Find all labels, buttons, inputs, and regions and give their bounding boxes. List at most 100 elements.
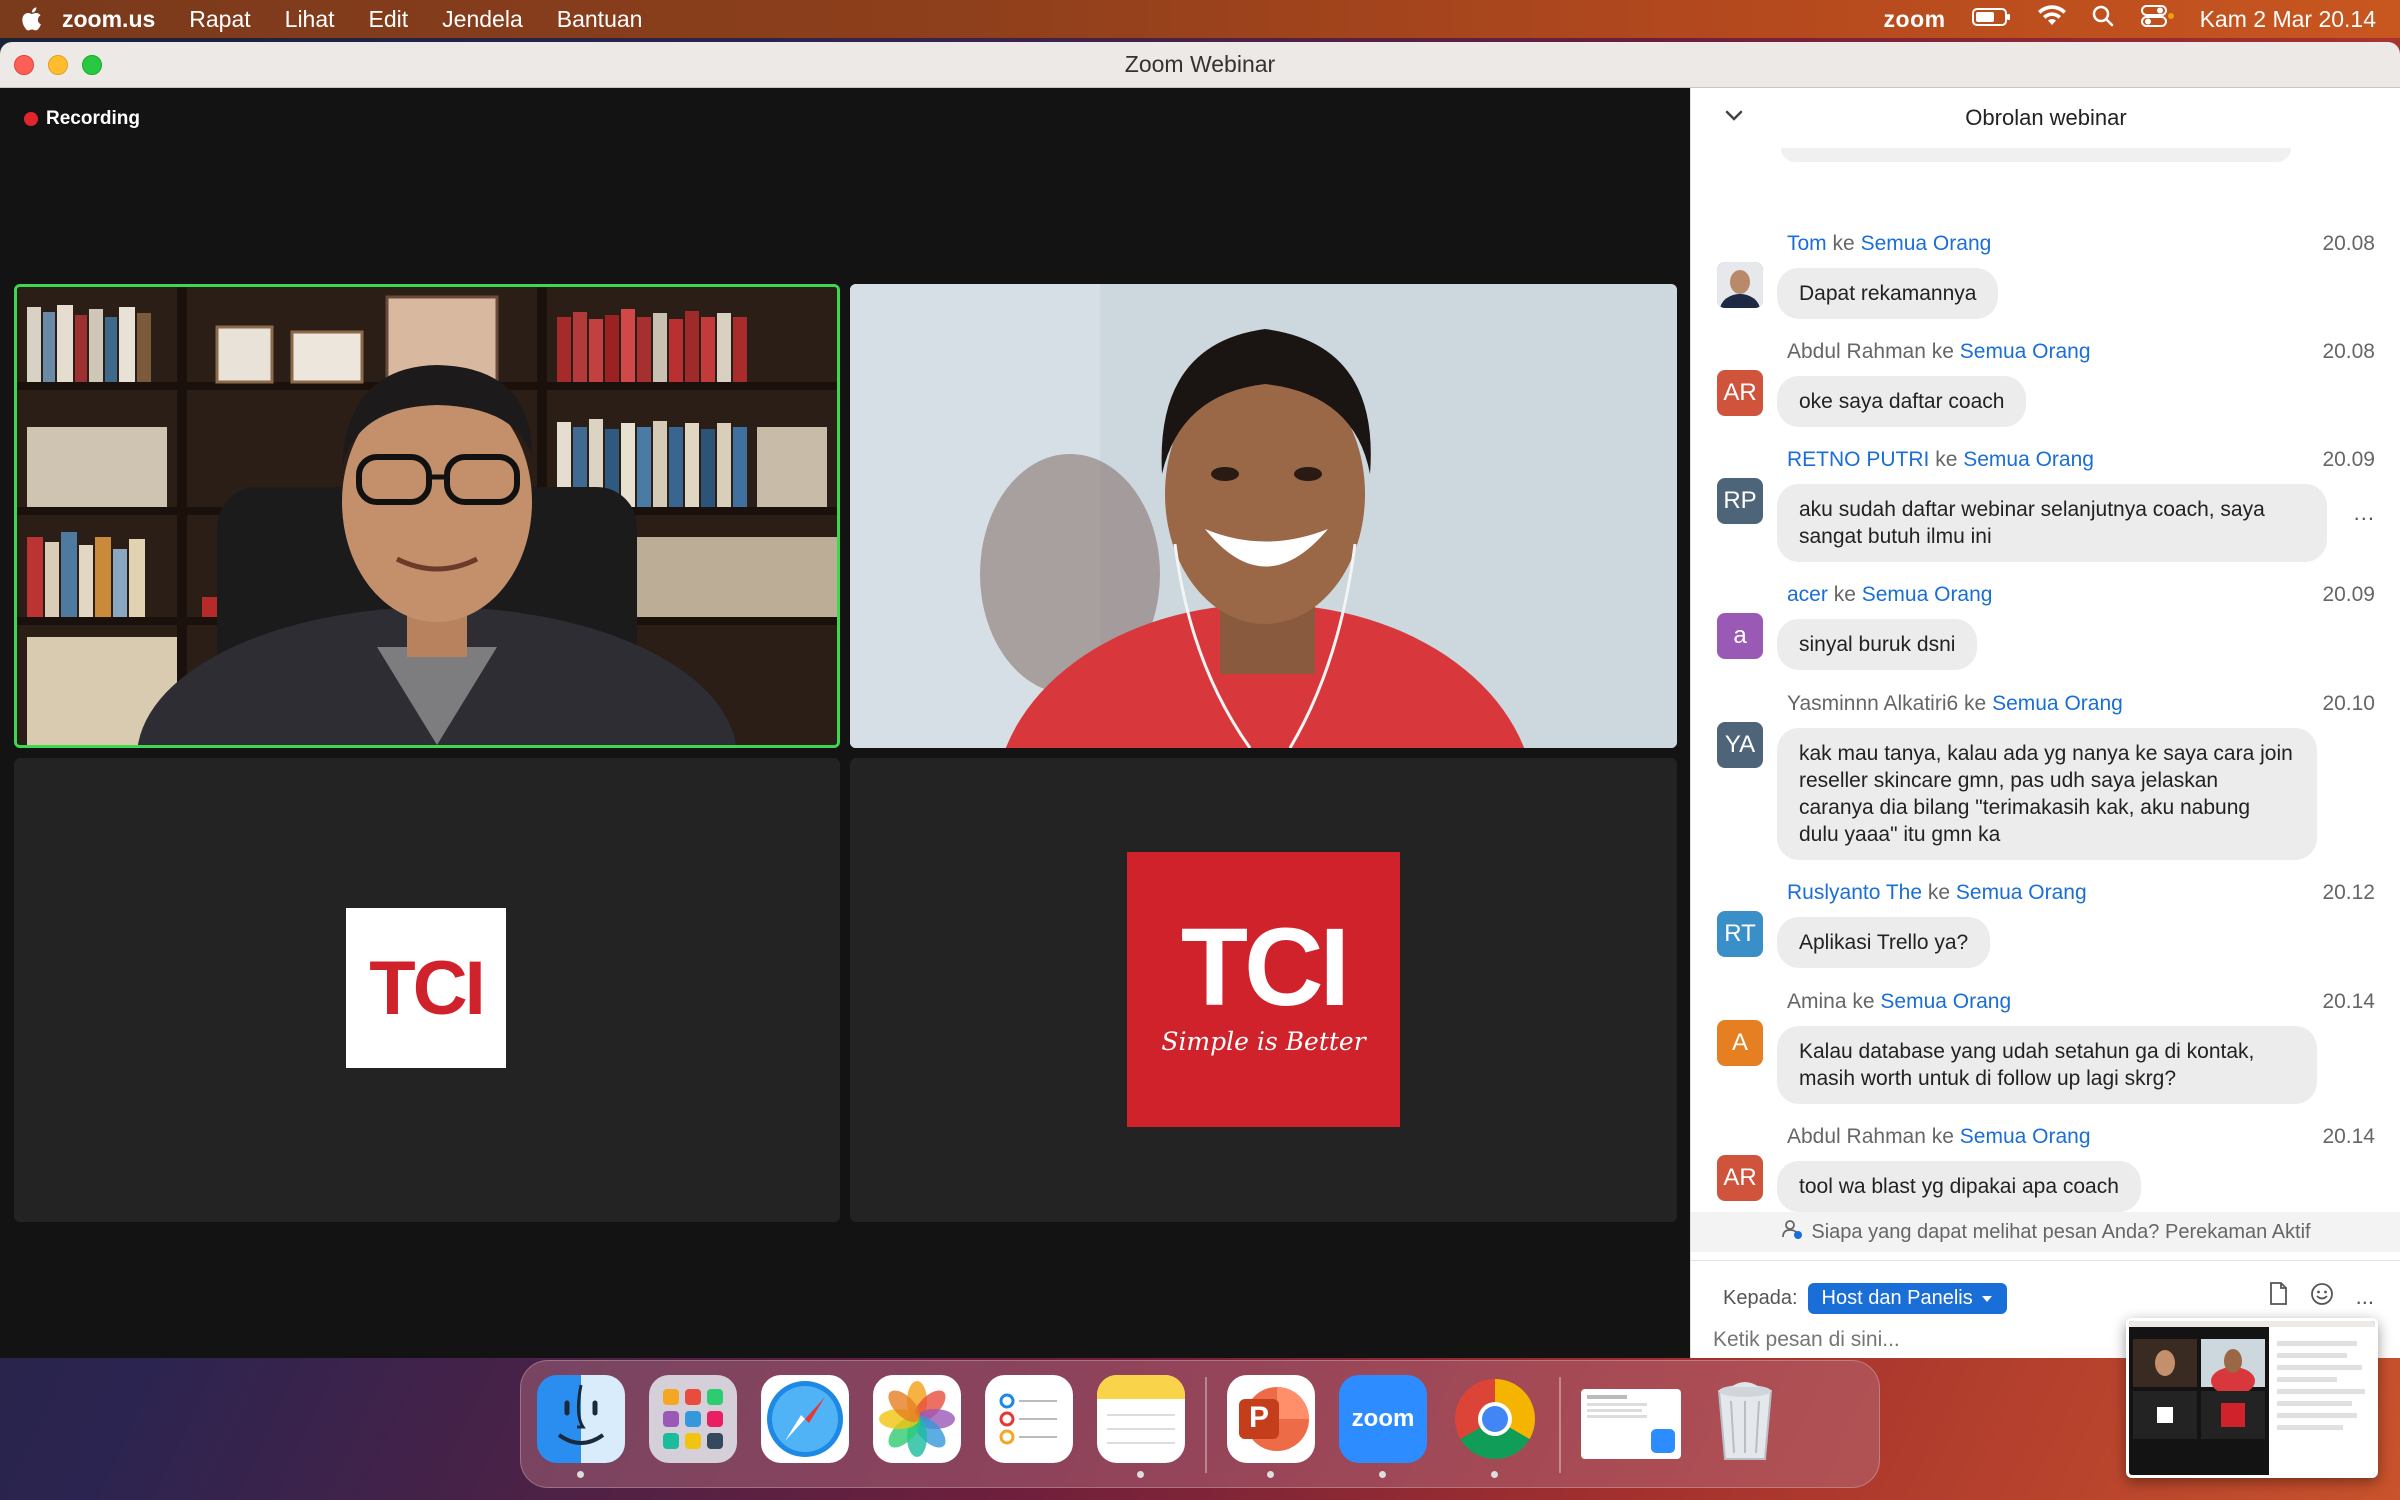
launchpad-icon[interactable] (649, 1375, 737, 1463)
recording-indicator[interactable]: Recording (24, 108, 140, 130)
apple-menu-icon[interactable] (0, 6, 62, 32)
menu-edit[interactable]: Edit (369, 6, 409, 33)
chrome-icon[interactable] (1451, 1375, 1539, 1463)
message-bubble[interactable]: Aplikasi Trello ya? (1777, 917, 1991, 968)
recipient-dropdown[interactable]: Host dan Panelis (1807, 1283, 2007, 1314)
recipient-name[interactable]: Semua Orang (1956, 881, 2087, 904)
chevron-down-icon[interactable] (1725, 106, 1743, 127)
menu-clock[interactable]: Kam 2 Mar 20.14 (2200, 6, 2376, 33)
avatar[interactable]: AR (1717, 370, 1763, 416)
message-bubble[interactable]: tool wa blast yg dipakai apa coach (1777, 1161, 2141, 1212)
message-meta: Ruslyanto The ke Semua Orang (1787, 881, 2087, 905)
safari-icon[interactable] (761, 1375, 849, 1463)
recipient-name[interactable]: Semua Orang (1963, 448, 2094, 471)
close-window-button[interactable] (14, 55, 34, 75)
document-preview-icon[interactable] (1581, 1389, 1681, 1459)
recipient-name[interactable]: Semua Orang (1992, 692, 2123, 715)
video-tile-participant[interactable] (850, 284, 1677, 748)
sender-name[interactable]: Ruslyanto The (1787, 881, 1922, 904)
message-bubble[interactable]: aku sudah daftar webinar selanjutnya coa… (1777, 484, 2327, 562)
sender-name[interactable]: Yasminnn Alkatiri6 (1787, 692, 1958, 715)
avatar[interactable]: A (1717, 1020, 1763, 1066)
video-gallery: Recording TCI TCI Simple is Better (0, 88, 1690, 1358)
zoom-status-item[interactable]: zoom (1884, 6, 1946, 33)
tci-logo-small: TCI (346, 908, 506, 1068)
notes-icon[interactable] (1097, 1375, 1185, 1463)
control-center-icon[interactable] (2140, 4, 2174, 34)
message-meta: Abdul Rahman ke Semua Orang (1787, 1125, 2091, 1149)
more-options-button[interactable]: ... (2356, 1284, 2374, 1310)
caret-down-icon (1981, 1295, 1992, 1302)
menu-rapat[interactable]: Rapat (189, 6, 250, 33)
message-bubble[interactable]: Dapat rekamannya (1777, 268, 1999, 319)
menu-bar: zoom.us Rapat Lihat Edit Jendela Bantuan… (0, 0, 2400, 38)
fullscreen-window-button[interactable] (82, 55, 102, 75)
sender-name[interactable]: Abdul Rahman (1787, 340, 1926, 363)
recipient-name[interactable]: Semua Orang (1880, 990, 2011, 1013)
running-indicator (1137, 1471, 1144, 1478)
wifi-icon[interactable] (2037, 5, 2066, 33)
avatar[interactable]: AR (1717, 1155, 1763, 1201)
emoji-icon[interactable] (2310, 1282, 2334, 1312)
avatar[interactable]: RP (1717, 478, 1763, 524)
recipient-name[interactable]: Semua Orang (1861, 232, 1992, 255)
message-bubble[interactable]: Kalau database yang udah setahun ga di k… (1777, 1026, 2317, 1104)
finder-icon[interactable] (537, 1375, 625, 1463)
running-indicator (1491, 1471, 1498, 1478)
minimize-window-button[interactable] (48, 55, 68, 75)
message-more-button[interactable]: ... (2354, 500, 2375, 526)
to-word: ke (1833, 583, 1856, 606)
message-time: 20.14 (2322, 1125, 2375, 1148)
running-indicator (577, 1471, 584, 1478)
to-word: ke (1964, 692, 1987, 715)
menu-jendela[interactable]: Jendela (442, 6, 523, 33)
avatar[interactable]: YA (1717, 722, 1763, 768)
chat-header: Obrolan webinar (1691, 88, 2400, 148)
message-bubble[interactable]: oke saya daftar coach (1777, 376, 2027, 427)
to-word: ke (1935, 448, 1958, 471)
file-attach-icon[interactable] (2268, 1282, 2288, 1312)
webinar-chat-panel: Obrolan webinar Tom ke Semua Orang 20.08… (1690, 88, 2400, 1358)
chat-privacy-notice[interactable]: Siapa yang dapat melihat pesan Anda? Per… (1691, 1212, 2400, 1252)
trash-icon[interactable] (1701, 1375, 1789, 1463)
powerpoint-icon[interactable]: P (1227, 1375, 1315, 1463)
message-meta: Tom ke Semua Orang (1787, 232, 1991, 256)
menu-app-name[interactable]: zoom.us (62, 6, 155, 33)
video-tile-logo-large[interactable]: TCI Simple is Better (850, 758, 1677, 1222)
message-meta: RETNO PUTRI ke Semua Orang (1787, 448, 2094, 472)
tci-logo-tagline: Simple is Better (1161, 1027, 1366, 1056)
recipient-name[interactable]: Semua Orang (1960, 1125, 2091, 1148)
chat-title: Obrolan webinar (1965, 105, 2127, 130)
composer-toolbar: ... (2268, 1282, 2374, 1312)
sender-name[interactable]: Abdul Rahman (1787, 1125, 1926, 1148)
recipient-value: Host dan Panelis (1821, 1287, 1973, 1309)
recording-dot-icon (24, 112, 38, 126)
speaker-video-frame (17, 287, 837, 745)
spotlight-search-icon[interactable] (2092, 5, 2114, 33)
avatar[interactable]: a (1717, 613, 1763, 659)
avatar[interactable]: RT (1717, 911, 1763, 957)
to-word: ke (1931, 1125, 1954, 1148)
video-tile-active-speaker[interactable] (14, 284, 840, 748)
to-label: Kepada: (1723, 1287, 1798, 1309)
photos-icon[interactable] (873, 1375, 961, 1463)
sender-name[interactable]: Tom (1787, 232, 1827, 255)
video-tile-logo-small[interactable]: TCI (14, 758, 840, 1222)
to-word: ke (1931, 340, 1954, 363)
sender-name[interactable]: acer (1787, 583, 1828, 606)
zoom-icon[interactable]: zoom (1339, 1375, 1427, 1463)
sender-name[interactable]: Amina (1787, 990, 1847, 1013)
window-controls (14, 55, 102, 75)
recipient-name[interactable]: Semua Orang (1862, 583, 1993, 606)
menu-bantuan[interactable]: Bantuan (557, 6, 643, 33)
avatar[interactable] (1717, 262, 1763, 308)
sender-name[interactable]: RETNO PUTRI (1787, 448, 1929, 471)
tci-logo-large: TCI Simple is Better (1127, 852, 1400, 1127)
menu-lihat[interactable]: Lihat (285, 6, 335, 33)
message-bubble[interactable]: sinyal buruk dsni (1777, 619, 1978, 670)
recipient-name[interactable]: Semua Orang (1960, 340, 2091, 363)
battery-icon[interactable] (1971, 6, 2012, 33)
window-thumbnail[interactable] (2126, 1318, 2378, 1478)
reminders-icon[interactable] (985, 1375, 1073, 1463)
message-bubble[interactable]: kak mau tanya, kalau ada yg nanya ke say… (1777, 728, 2317, 860)
